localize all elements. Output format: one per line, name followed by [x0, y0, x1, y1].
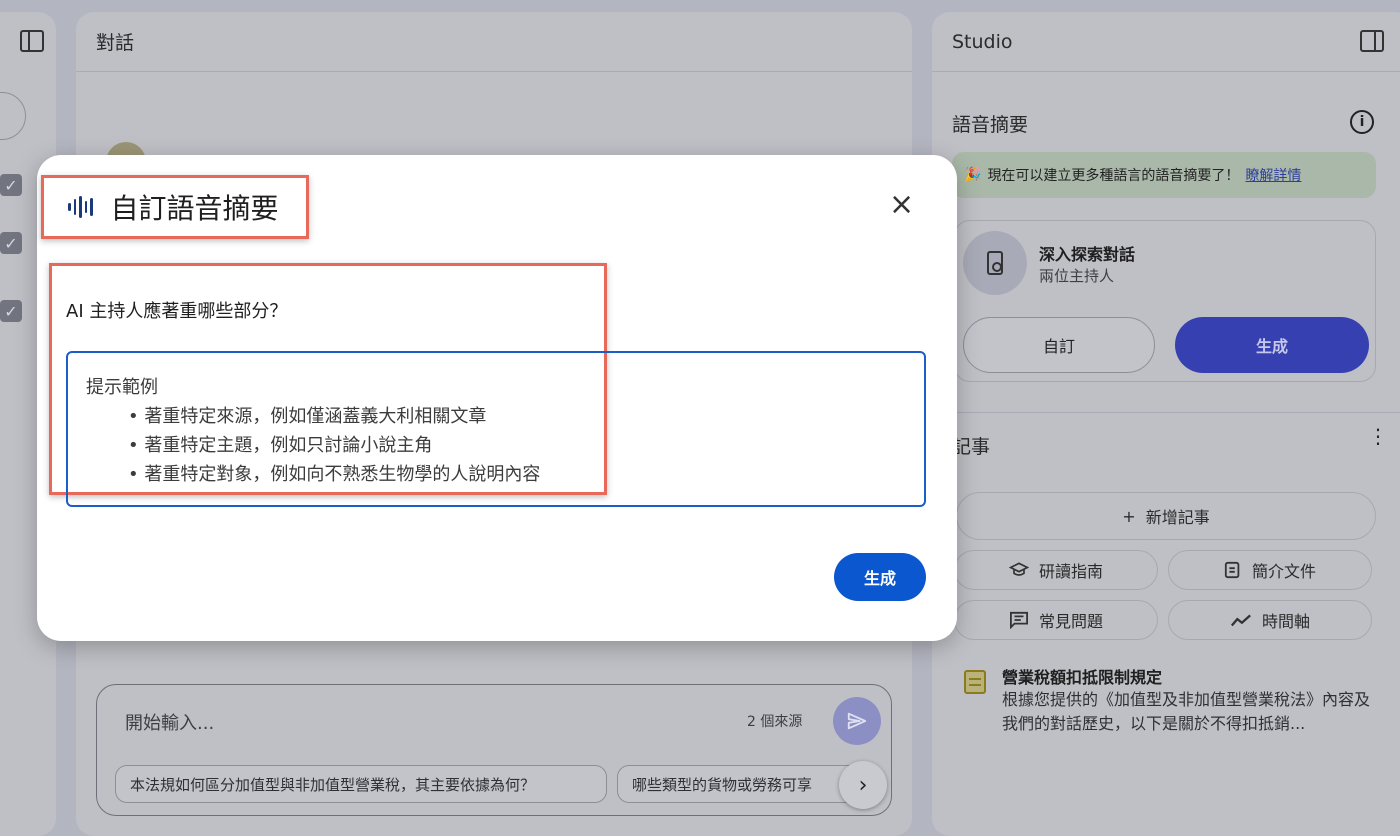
checkmark-icon: ✓ — [4, 301, 18, 321]
chat-input[interactable]: 開始輸入... — [125, 709, 214, 735]
dialog-title-area: 自訂語音摘要 — [41, 175, 309, 239]
briefing-doc-button[interactable]: 簡介文件 — [1168, 550, 1372, 590]
note-item-title[interactable]: 營業稅額扣抵限制規定 — [1002, 664, 1162, 688]
placeholder-example: • 著重特定來源，例如僅涵蓋義大利相關文章 — [128, 406, 487, 427]
note-icon — [964, 670, 986, 694]
studio-header: Studio — [932, 12, 1400, 72]
audio-overview-card: 深入探索對話 兩位主持人 自訂 生成 — [954, 220, 1376, 382]
customize-button[interactable]: 自訂 — [963, 317, 1155, 373]
send-icon — [847, 712, 867, 730]
focus-prompt-textarea[interactable]: 提示範例 • 著重特定來源，例如僅涵蓋義大利相關文章 • 著重特定主題，例如只討… — [66, 351, 926, 507]
chip-label: 研讀指南 — [1038, 562, 1103, 581]
audio-sparkle-icon — [68, 195, 93, 219]
add-source-button[interactable] — [0, 92, 26, 140]
learn-more-link[interactable]: 瞭解詳情 — [1245, 165, 1301, 185]
dialog-title: 自訂語音摘要 — [110, 192, 279, 225]
chat-input-area[interactable]: 開始輸入... 2 個來源 本法規如何區分加值型與非加值型營業稅，其主要依據為何… — [96, 684, 892, 816]
add-note-label: 新增記事 — [1145, 508, 1210, 527]
plus-icon: + — [1122, 506, 1136, 526]
source-checkbox[interactable]: ✓ — [0, 300, 22, 322]
customize-audio-dialog: 自訂語音摘要 × AI 主持人應著重哪些部分？ 提示範例 • 著重特定來源，例如… — [37, 155, 957, 641]
suggested-question[interactable]: 本法規如何區分加值型與非加值型營業稅，其主要依據為何？ — [115, 765, 607, 803]
studio-panel: Studio 語音摘要 i 🎉 現在可以建立更多種語言的語音摘要了！ 瞭解詳情 … — [932, 12, 1400, 836]
focus-question-label: AI 主持人應著重哪些部分？ — [66, 301, 288, 322]
placeholder-heading: 提示範例 — [86, 377, 158, 398]
faq-icon — [1009, 611, 1028, 629]
party-icon: 🎉 — [964, 167, 982, 183]
next-suggestions-button[interactable]: › — [839, 761, 887, 809]
checkmark-icon: ✓ — [4, 233, 18, 253]
add-note-button[interactable]: + 新增記事 — [956, 492, 1376, 540]
audio-card-subtitle: 兩位主持人 — [1039, 267, 1115, 285]
language-banner: 🎉 現在可以建立更多種語言的語音摘要了！ 瞭解詳情 — [952, 152, 1376, 198]
divider — [932, 412, 1400, 413]
studio-toggle-icon[interactable] — [1360, 30, 1384, 52]
timeline-icon — [1230, 614, 1251, 627]
close-icon[interactable]: × — [889, 190, 914, 220]
source-checkbox[interactable]: ✓ — [0, 174, 22, 196]
generate-audio-button[interactable]: 生成 — [1175, 317, 1369, 373]
chevron-right-icon: › — [858, 772, 868, 798]
info-icon[interactable]: i — [1350, 110, 1374, 134]
chip-label: 時間軸 — [1261, 612, 1310, 631]
send-button[interactable] — [833, 697, 881, 745]
generate-button[interactable]: 生成 — [834, 553, 926, 601]
note-item-preview[interactable]: 根據您提供的《加值型及非加值型營業稅法》內容及我們的對話歷史，以下是關於不得扣抵… — [1002, 688, 1372, 736]
document-icon — [1224, 561, 1240, 579]
study-guide-button[interactable]: 研讀指南 — [954, 550, 1158, 590]
checkmark-icon: ✓ — [4, 175, 18, 195]
placeholder-example: • 著重特定主題，例如只討論小說主角 — [128, 435, 433, 456]
banner-text: 現在可以建立更多種語言的語音摘要了！ — [987, 168, 1240, 184]
audio-summary-title: 語音摘要 — [952, 114, 1029, 136]
graduation-cap-icon — [1008, 562, 1029, 576]
sidebar-toggle-icon[interactable] — [20, 30, 44, 52]
placeholder-example: • 著重特定對象，例如向不熟悉生物學的人說明內容 — [128, 464, 541, 485]
suggested-question[interactable]: 哪些類型的貨物或勞務可享 — [617, 765, 877, 803]
timeline-button[interactable]: 時間軸 — [1168, 600, 1372, 640]
faq-button[interactable]: 常見問題 — [954, 600, 1158, 640]
source-count: 2 個來源 — [747, 714, 803, 730]
source-checkbox[interactable]: ✓ — [0, 232, 22, 254]
speaker-icon — [963, 231, 1027, 295]
audio-card-title: 深入探索對話 — [1039, 245, 1136, 264]
more-options-icon[interactable]: ⋮ — [1368, 426, 1388, 446]
chip-label: 簡介文件 — [1251, 562, 1316, 581]
chip-label: 常見問題 — [1038, 612, 1103, 631]
chat-title: 對話 — [96, 32, 135, 54]
studio-title: Studio — [952, 30, 1013, 53]
notes-title: 記事 — [952, 436, 991, 458]
chat-header: 對話 — [76, 12, 912, 72]
